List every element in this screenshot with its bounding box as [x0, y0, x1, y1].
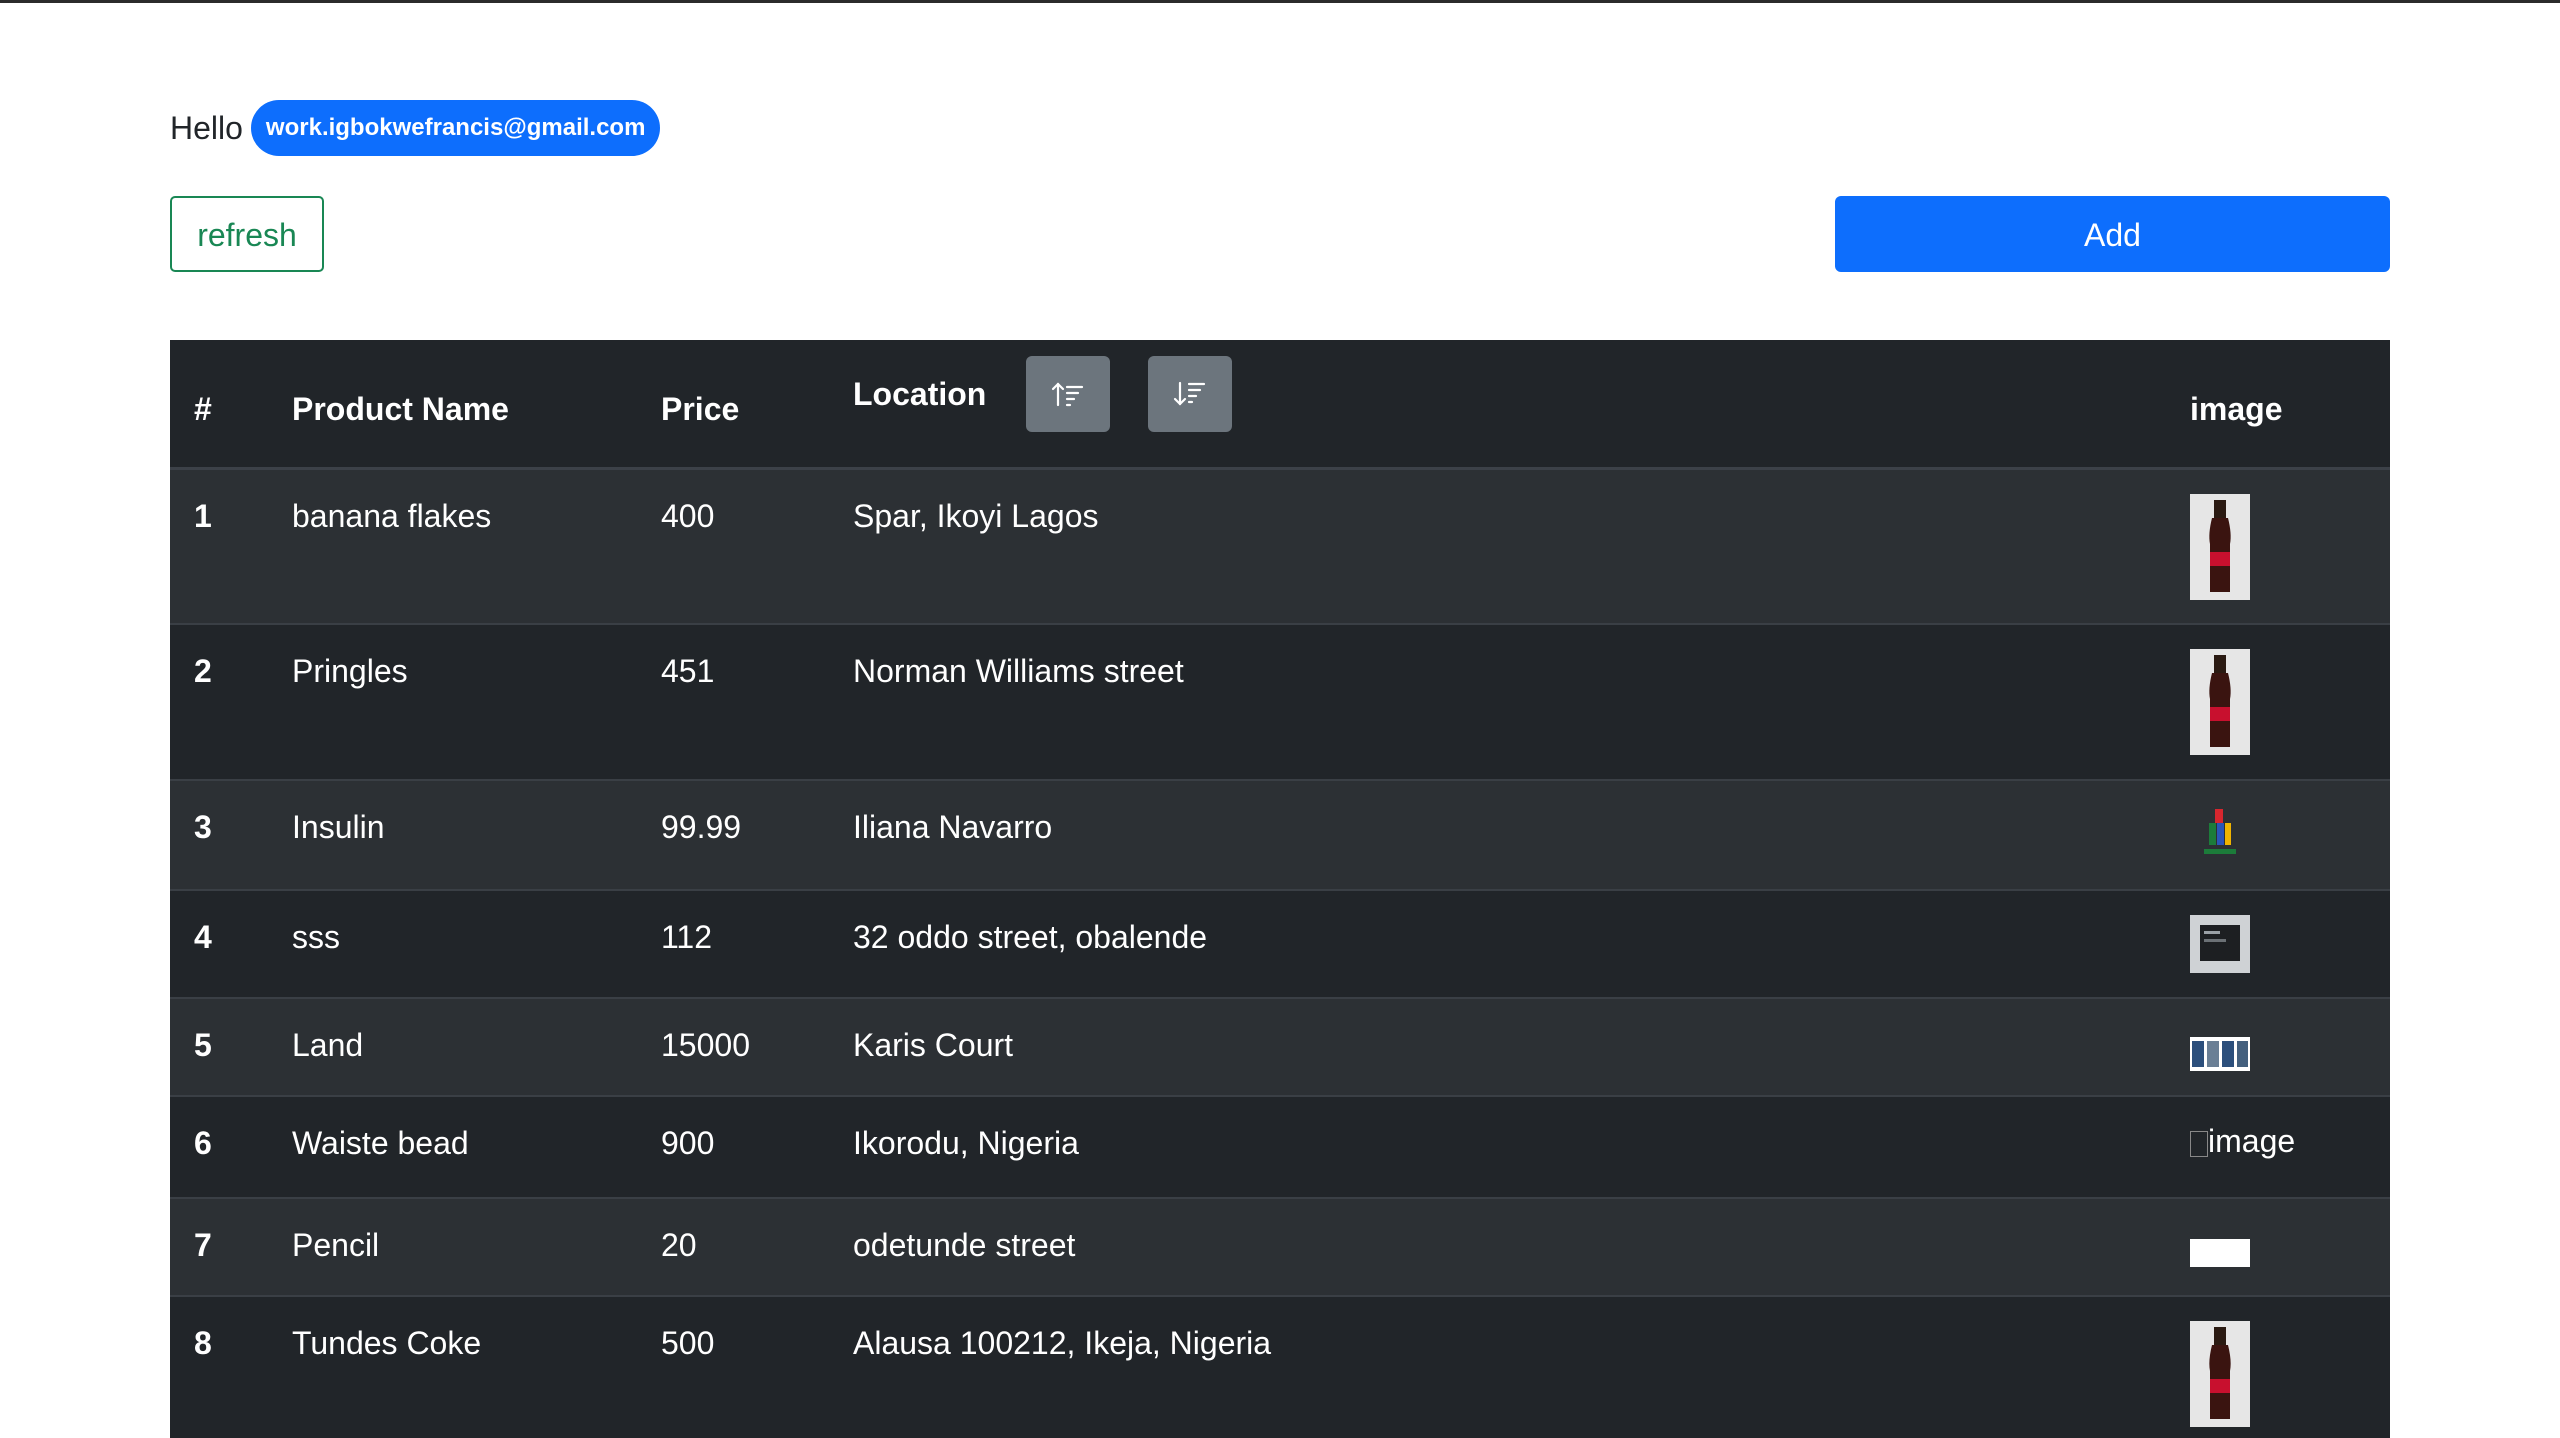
header-index: #	[194, 390, 212, 427]
products-table-container: # Product Name Price Location image 1 ba…	[170, 340, 2390, 1438]
table-row: 2 Pringles 451 Norman Williams street	[170, 624, 2390, 780]
product-image	[2190, 1037, 2250, 1071]
row-location: 32 oddo street, obalende	[853, 919, 1208, 955]
row-product-name: Waiste bead	[292, 1125, 469, 1161]
row-index: 4	[194, 919, 212, 955]
row-image-cell	[2166, 780, 2390, 890]
row-product-name: Pencil	[292, 1227, 380, 1263]
product-image	[2204, 809, 2236, 854]
top-border	[0, 0, 2560, 3]
header-location: Location	[829, 340, 2166, 468]
table-row: 8 Tundes Coke 500 Alausa 100212, Ikeja, …	[170, 1296, 2390, 1438]
header-row: # Product Name Price Location image	[170, 340, 2390, 468]
row-index: 8	[194, 1325, 212, 1361]
row-index: 7	[194, 1227, 212, 1263]
row-price: 400	[661, 497, 715, 534]
broken-image-icon	[2190, 1130, 2208, 1157]
row-price: 500	[661, 1325, 715, 1361]
row-index: 5	[194, 1027, 212, 1063]
row-location: Iliana Navarro	[853, 809, 1053, 845]
row-location: odetunde street	[853, 1227, 1076, 1263]
row-image-cell	[2166, 1296, 2390, 1438]
product-image	[2190, 1321, 2250, 1427]
greeting-text: Hello	[170, 109, 243, 146]
row-price: 99.99	[661, 809, 742, 845]
row-image-cell	[2166, 468, 2390, 624]
table-row: 7 Pencil 20 odetunde street	[170, 1198, 2390, 1296]
row-product-name: sss	[292, 919, 340, 955]
greeting: Hello work.igbokwefrancis@gmail.com	[170, 100, 661, 156]
table-body: 1 banana flakes 400 Spar, Ikoyi Lagos 2 …	[170, 468, 2390, 1438]
header-product-name: Product Name	[292, 390, 509, 427]
table-row: 6 Waiste bead 900 Ikorodu, Nigeria image	[170, 1096, 2390, 1198]
sort-descending-button[interactable]	[1148, 356, 1233, 433]
product-image	[2190, 493, 2250, 600]
header-location-label: Location	[853, 375, 987, 412]
header-price: Price	[661, 390, 740, 427]
table-row: 1 banana flakes 400 Spar, Ikoyi Lagos	[170, 468, 2390, 624]
row-image-cell	[2166, 890, 2390, 998]
broken-image: image	[2190, 1123, 2390, 1160]
sort-ascending-icon	[1052, 382, 1084, 407]
row-product-name: Pringles	[292, 653, 408, 689]
table-header: # Product Name Price Location image	[170, 340, 2390, 468]
row-index: 1	[194, 497, 212, 534]
product-image	[2190, 1239, 2250, 1267]
broken-image-alt: image	[2208, 1123, 2296, 1159]
row-image-cell: image	[2166, 1096, 2390, 1198]
row-location: Norman Williams street	[853, 653, 1184, 689]
row-index: 2	[194, 653, 212, 689]
table-row: 5 Land 15000 Karis Court	[170, 998, 2390, 1096]
product-image	[2190, 915, 2250, 973]
row-location: Spar, Ikoyi Lagos	[853, 497, 1099, 534]
row-index: 6	[194, 1125, 212, 1161]
table-row: 4 sss 112 32 oddo street, obalende	[170, 890, 2390, 998]
add-button[interactable]: Add	[1835, 196, 2390, 272]
refresh-button[interactable]: refresh	[170, 196, 324, 272]
row-location: Alausa 100212, Ikeja, Nigeria	[853, 1325, 1272, 1361]
row-price: 900	[661, 1125, 715, 1161]
row-price: 451	[661, 653, 715, 689]
row-price: 112	[661, 919, 713, 955]
sort-ascending-button[interactable]	[1026, 356, 1111, 433]
product-image	[2190, 649, 2250, 755]
row-product-name: Land	[292, 1027, 364, 1063]
row-image-cell	[2166, 998, 2390, 1096]
row-location: Ikorodu, Nigeria	[853, 1125, 1079, 1161]
row-price: 15000	[661, 1027, 750, 1063]
row-product-name: banana flakes	[292, 497, 492, 534]
row-image-cell	[2166, 624, 2390, 780]
products-table: # Product Name Price Location image 1 ba…	[170, 340, 2390, 1438]
row-location: Karis Court	[853, 1027, 1014, 1063]
row-index: 3	[194, 809, 212, 845]
table-row: 3 Insulin 99.99 Iliana Navarro	[170, 780, 2390, 890]
row-product-name: Insulin	[292, 809, 385, 845]
user-email-badge: work.igbokwefrancis@gmail.com	[250, 100, 661, 156]
header-image: image	[2190, 390, 2283, 427]
row-product-name: Tundes Coke	[292, 1325, 482, 1361]
row-image-cell	[2166, 1198, 2390, 1296]
row-price: 20	[661, 1227, 697, 1263]
sort-descending-icon	[1174, 382, 1206, 406]
